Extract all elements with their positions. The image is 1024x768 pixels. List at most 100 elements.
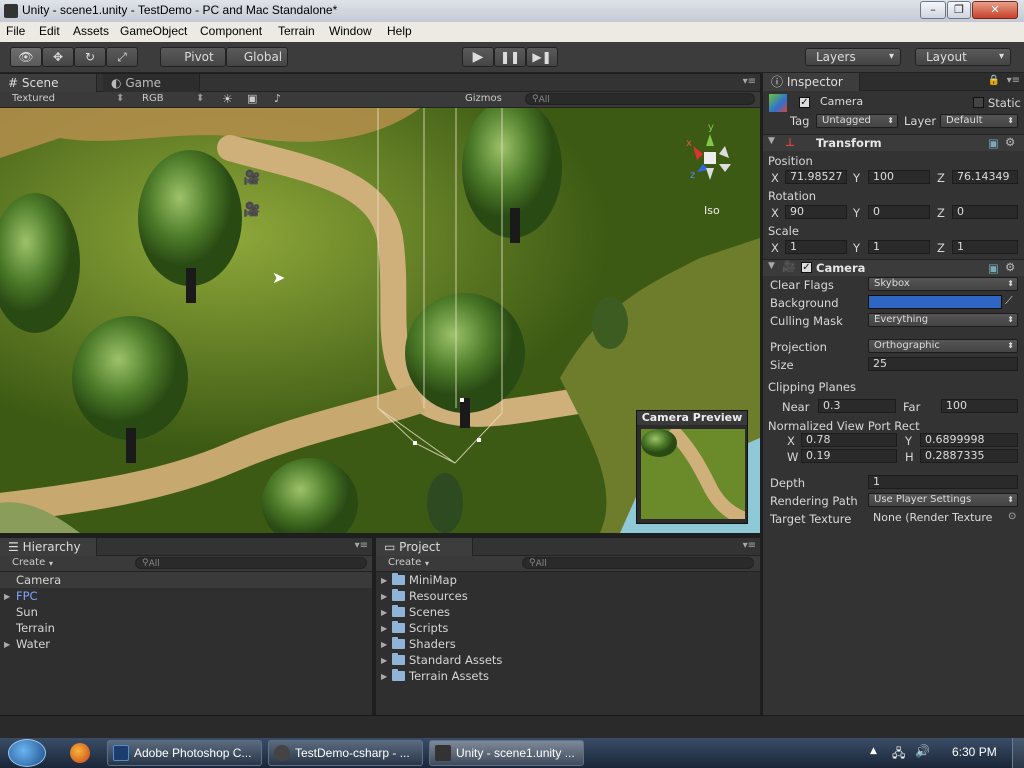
project-create-dropdown[interactable]: Create [388,557,421,568]
taskbar-monodevelop[interactable]: TestDemo-csharp - ... [268,740,423,766]
taskbar-photoshop[interactable]: Adobe Photoshop C... [107,740,262,766]
close-button[interactable]: ✕ [972,1,1018,19]
panel-menu-icon[interactable]: ▾≡ [743,76,756,87]
culling-mask-dropdown[interactable]: Everything [868,313,1018,327]
hierarchy-item-camera[interactable]: Camera [0,572,372,588]
static-checkbox[interactable] [973,97,984,108]
color-mode-dropdown[interactable]: RGB [142,93,164,104]
move-tool-icon[interactable]: ✥ [42,47,74,67]
viewport-x-field[interactable]: 0.78 [801,433,897,447]
hierarchy-search-input[interactable]: ⚲ All [135,557,367,569]
menu-assets[interactable]: Assets [73,24,109,38]
camera-enabled-checkbox[interactable]: ✓ [801,262,812,273]
expand-triangle-icon[interactable]: ▶ [381,589,387,605]
collapse-triangle-icon[interactable]: ▼ [768,136,775,146]
project-folder-resources[interactable]: ▶ Resources [376,588,760,604]
project-folder-terrain-assets[interactable]: ▶ Terrain Assets [376,668,760,684]
global-toggle[interactable]: Global [226,47,288,67]
position-z-field[interactable]: 76.14349 [952,170,1018,184]
hierarchy-item-fpc[interactable]: ▶ FPC [0,588,372,604]
expand-triangle-icon[interactable]: ▶ [381,669,387,685]
scale-y-field[interactable]: 1 [868,240,930,254]
position-y-field[interactable]: 100 [868,170,930,184]
panel-menu-icon[interactable]: ▾≡ [743,540,756,551]
panel-menu-icon[interactable]: ▾≡ [355,540,368,551]
start-button-icon[interactable] [8,739,46,767]
hierarchy-item-terrain[interactable]: Terrain [0,620,372,636]
layer-dropdown[interactable]: Default [940,114,1018,128]
expand-triangle-icon[interactable]: ▶ [4,589,10,605]
gizmo-projection-label[interactable]: Iso [704,204,720,217]
project-folder-minimap[interactable]: ▶ MiniMap [376,572,760,588]
show-desktop-button[interactable] [1012,738,1024,768]
transform-section-header[interactable]: ▼ ⊥ Transform ▣ ⚙ [763,134,1024,151]
far-field[interactable]: 100 [941,399,1018,413]
expand-triangle-icon[interactable]: ▶ [381,653,387,669]
volume-icon[interactable]: 🔊 [915,744,930,758]
orientation-gizmo-icon[interactable] [675,124,745,194]
project-folder-scenes[interactable]: ▶ Scenes [376,604,760,620]
menu-help[interactable]: Help [387,24,412,38]
position-x-field[interactable]: 71.98527 [785,170,847,184]
step-button-icon[interactable]: ▶❚ [526,47,558,67]
gizmos-dropdown[interactable]: Gizmos [465,93,502,104]
menu-gameobject[interactable]: GameObject [120,24,187,38]
frustum-handle[interactable] [477,438,481,442]
show-hidden-icons[interactable]: ▲ [870,746,877,756]
rotation-y-field[interactable]: 0 [868,205,930,219]
menu-terrain[interactable]: Terrain [278,24,315,38]
eyedropper-icon[interactable]: ⟋ [1005,294,1013,308]
size-field[interactable]: 25 [868,357,1018,371]
tag-dropdown[interactable]: Untagged [816,114,898,128]
pause-button-icon[interactable]: ❚❚ [494,47,526,67]
scene-search-input[interactable]: ⚲ All [525,93,755,105]
scale-z-field[interactable]: 1 [952,240,1018,254]
minimize-button[interactable]: – [920,1,946,19]
projection-dropdown[interactable]: Orthographic [868,339,1018,353]
collapse-triangle-icon[interactable]: ▼ [768,261,775,271]
tab-project[interactable]: ▭ Project [376,538,473,556]
clear-flags-dropdown[interactable]: Skybox [868,277,1018,291]
pivot-toggle[interactable]: Pivot [160,47,226,67]
network-icon[interactable]: 🖧 [892,744,905,765]
layout-dropdown[interactable]: Layout [915,48,1011,66]
viewport-h-field[interactable]: 0.2887335 [920,449,1018,463]
view-tool-eye-icon[interactable]: 👁 [10,47,42,67]
viewport-w-field[interactable]: 0.19 [801,449,897,463]
hierarchy-create-dropdown[interactable]: Create [12,557,45,568]
hierarchy-item-sun[interactable]: Sun [0,604,372,620]
menu-file[interactable]: File [6,24,25,38]
object-name-field[interactable]: Camera [815,95,967,109]
background-color-swatch[interactable] [868,295,1002,309]
rendering-path-dropdown[interactable]: Use Player Settings [868,493,1018,507]
clock[interactable]: 6:30 PM [952,745,997,759]
viewport-y-field[interactable]: 0.6899998 [920,433,1018,447]
rotate-tool-icon[interactable]: ↻ [74,47,106,67]
camera-gizmo-icon[interactable]: 🎥 [243,202,260,218]
menu-component[interactable]: Component [200,24,262,38]
menu-edit[interactable]: Edit [39,24,60,38]
rotation-z-field[interactable]: 0 [952,205,1018,219]
near-field[interactable]: 0.3 [818,399,896,413]
frustum-handle[interactable] [460,398,464,402]
expand-triangle-icon[interactable]: ▶ [381,573,387,589]
tab-inspector[interactable]: ⓘ Inspector [763,73,860,91]
frustum-handle[interactable] [413,441,417,445]
hierarchy-item-water[interactable]: ▶ Water [0,636,372,652]
audio-toggle-icon[interactable]: ♪ [274,92,281,105]
rotation-x-field[interactable]: 90 [785,205,847,219]
settings-gear-icon[interactable]: ⚙ [1005,135,1015,149]
lighting-toggle-icon[interactable]: ☀ [222,92,233,106]
panel-menu-icon[interactable]: ▾≡ [1007,75,1020,86]
tab-game[interactable]: ◐ Game [103,74,200,92]
settings-gear-icon[interactable]: ⚙ [1005,260,1015,274]
taskbar-unity[interactable]: Unity - scene1.unity ... [429,740,584,766]
depth-field[interactable]: 1 [868,475,1018,489]
render-mode-dropdown[interactable]: Textured [12,93,55,104]
help-book-icon[interactable]: ▣ [988,261,999,275]
scale-x-field[interactable]: 1 [785,240,847,254]
camera-section-header[interactable]: ▼ 🎥 ✓ Camera ▣ ⚙ [763,259,1024,276]
project-search-input[interactable]: ⚲ All [522,557,754,569]
image-toggle-icon[interactable]: ▣ [247,92,257,105]
play-button-icon[interactable]: ▶ [462,47,494,67]
